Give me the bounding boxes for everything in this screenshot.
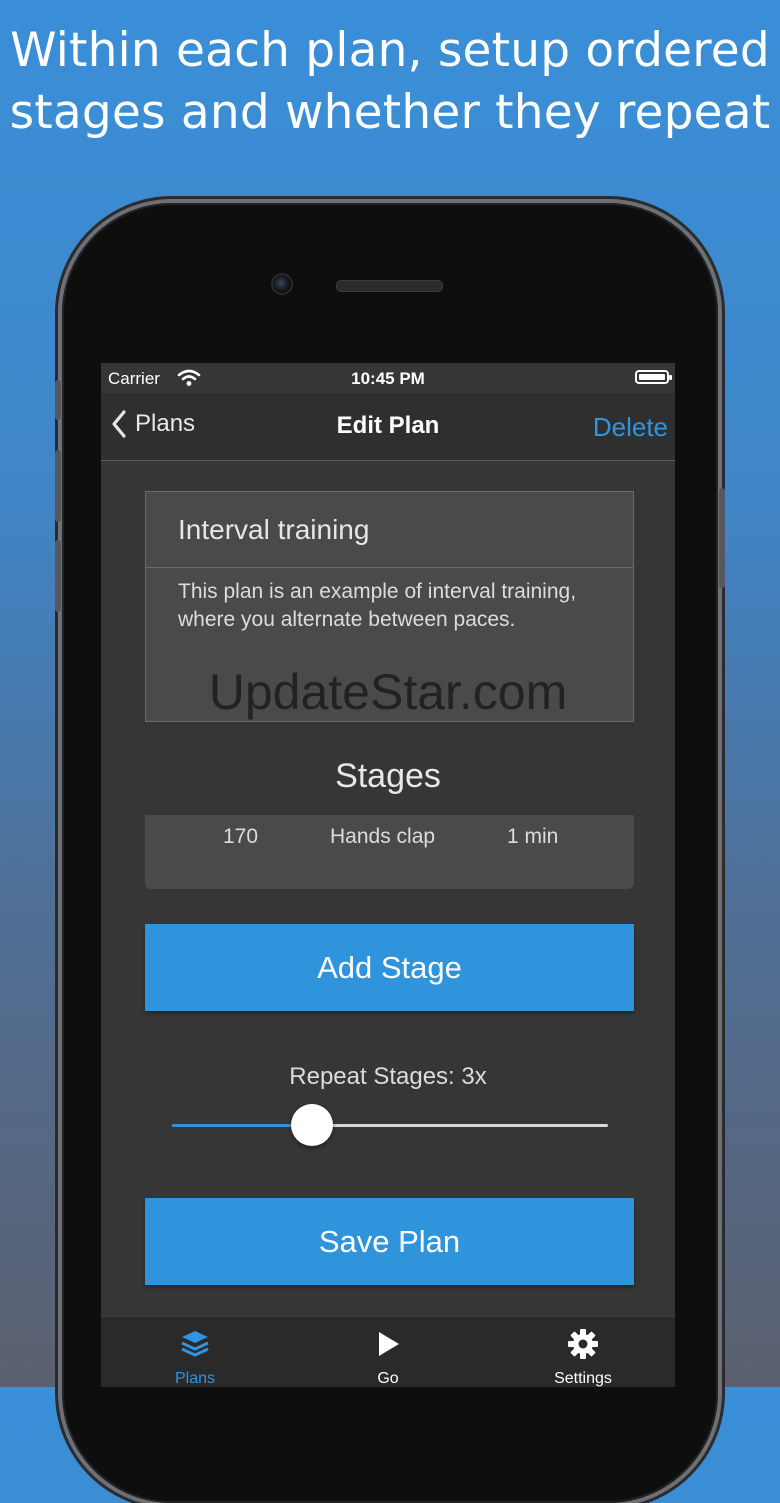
delete-button[interactable]: Delete [593,412,668,443]
promo-headline-line-1: Within each plan, setup ordered [10,23,770,78]
status-time: 10:45 PM [351,369,425,388]
promo-headline-line-2: stages and whether they repeat [9,85,771,140]
tab-plans-label: Plans [174,1370,216,1387]
front-camera [271,273,293,295]
battery-icon [635,370,672,384]
save-plan-button[interactable]: Save Plan [145,1198,634,1285]
phone-side-button-right [719,488,725,588]
plan-description-field[interactable]: This plan is an example of interval trai… [178,578,598,634]
plan-name-value: Interval training [178,514,370,545]
repeat-stages-label: Repeat Stages: 3x [289,1063,487,1090]
gear-icon [523,1327,643,1361]
phone-side-button-left-2 [55,450,61,522]
tab-settings-label: Settings [554,1370,612,1387]
navigation-bar: Plans Edit Plan Delete [101,393,675,461]
phone-side-button-left-3 [55,540,61,612]
slider-thumb[interactable] [290,1104,333,1146]
page-title: Edit Plan [336,412,440,439]
phone-side-button-left-1 [55,380,61,420]
play-icon [328,1327,448,1361]
stages-heading: Stages [335,757,441,795]
status-bar: Carrier 10:45 PM [101,363,675,393]
promo-headline: Within each plan, setup ordered stages a… [0,20,780,144]
app-screen: Carrier 10:45 PM Plans Edit Plan Delete … [101,363,675,1387]
add-stage-button[interactable]: Add Stage [145,924,634,1011]
tab-settings[interactable]: Settings [523,1317,643,1387]
tab-plans[interactable]: Plans [135,1317,255,1387]
tab-go-label: Go [377,1370,399,1387]
plan-name-field[interactable]: Interval training [146,492,633,568]
stage-bpm: 170 [223,825,259,848]
stage-list: 170 Hands clap 1 min [145,815,634,889]
repeat-stages-slider[interactable] [172,1104,608,1146]
earpiece-speaker [336,280,443,292]
watermark: UpdateStar.com [208,664,568,720]
stage-sound: Hands clap [330,825,436,848]
layers-icon [135,1327,255,1361]
stage-duration: 1 min [507,825,559,848]
tab-bar: Plans Go Settings [101,1316,675,1387]
tab-go[interactable]: Go [328,1317,448,1387]
list-item[interactable]: 170 Hands clap 1 min [145,825,634,855]
